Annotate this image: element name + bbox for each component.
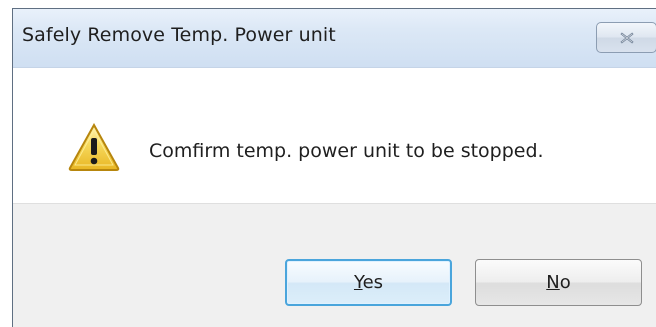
- no-mnemonic: N: [546, 272, 560, 293]
- confirmation-dialog: Safely Remove Temp. Power unit Comfirm t…: [12, 8, 656, 327]
- confirmation-message: Comfirm temp. power unit to be stopped.: [149, 140, 544, 162]
- yes-button-label: Yes: [354, 272, 383, 293]
- no-label-rest: o: [559, 272, 571, 293]
- screen: Safely Remove Temp. Power unit Comfirm t…: [0, 0, 656, 327]
- no-button[interactable]: No: [475, 259, 642, 306]
- warning-icon: [68, 122, 120, 171]
- no-button-label: No: [546, 272, 570, 293]
- button-area: Yes No: [13, 203, 656, 327]
- close-button[interactable]: [596, 22, 656, 53]
- dialog-content: Comfirm temp. power unit to be stopped.: [13, 68, 656, 203]
- yes-mnemonic: Y: [353, 272, 363, 293]
- title-bar[interactable]: Safely Remove Temp. Power unit: [13, 9, 656, 68]
- close-icon: [618, 31, 636, 45]
- window-title: Safely Remove Temp. Power unit: [22, 24, 336, 46]
- yes-label-rest: es: [362, 272, 384, 293]
- yes-button[interactable]: Yes: [285, 259, 452, 306]
